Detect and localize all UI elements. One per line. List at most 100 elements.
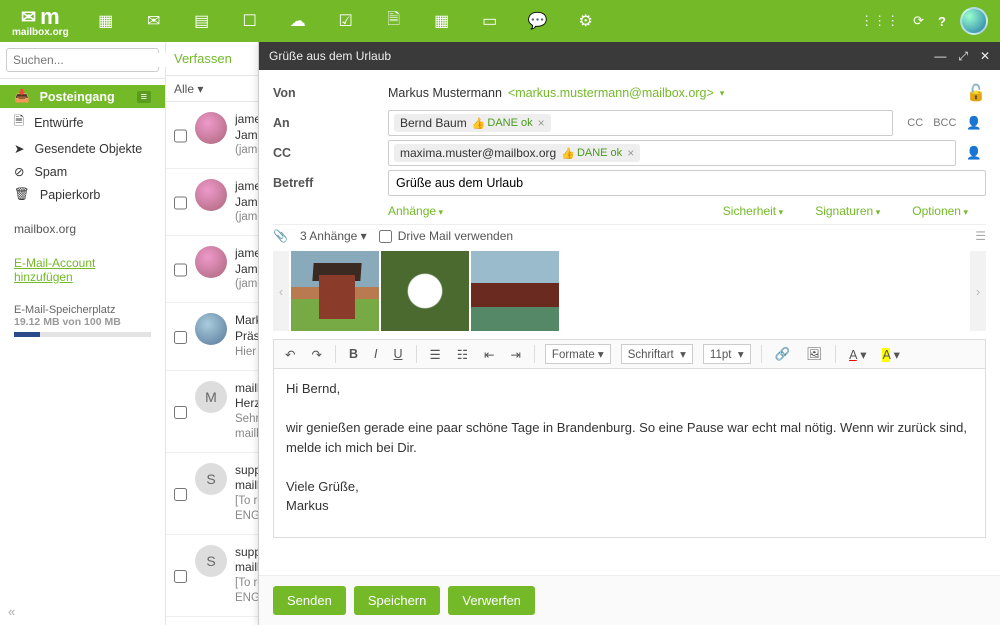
attachment-thumb[interactable]	[291, 251, 379, 331]
fontsize-dropdown[interactable]: 11pt ▾	[703, 344, 751, 364]
outdent-icon[interactable]: ⇤	[481, 345, 497, 364]
top-nav: ▦ ✉ ▤ ☐ ☁ ☑ 🗎 ▦ ▭ 💬 ⚙	[89, 4, 603, 38]
to-chip[interactable]: Bernd Baum 👍DANE ok ×	[394, 114, 551, 132]
attachment-thumb[interactable]	[471, 251, 559, 331]
folder-label: Papierkorb	[40, 188, 100, 202]
addressbook-icon[interactable]: 👤	[962, 116, 986, 131]
refresh-icon[interactable]: ⟳	[913, 13, 924, 29]
notes-icon[interactable]: 🗎	[377, 4, 411, 38]
from-dropdown-icon[interactable]: ▾	[720, 88, 725, 99]
attachment-thumb[interactable]	[381, 251, 469, 331]
to-label: An	[273, 116, 388, 130]
search-input[interactable]	[13, 53, 168, 67]
help-icon[interactable]: ?	[938, 14, 946, 29]
cc-chip[interactable]: maxima.muster@mailbox.org 👍DANE ok ×	[394, 144, 640, 162]
thumb-prev-icon[interactable]: ‹	[273, 251, 289, 331]
cc-label: CC	[273, 146, 388, 160]
formats-dropdown[interactable]: Formate ▾	[545, 344, 611, 364]
subject-label: Betreff	[273, 176, 388, 190]
subject-input[interactable]	[388, 170, 986, 196]
editor-body[interactable]: Hi Bernd, wir genießen gerade eine paar …	[273, 368, 986, 538]
cc-chip-name: maxima.muster@mailbox.org	[400, 146, 556, 160]
to-field[interactable]: Bernd Baum 👍DANE ok ×	[388, 110, 893, 136]
storage-title: E-Mail-Speicherplatz	[14, 304, 151, 316]
filter-dropdown[interactable]: Alle ▾	[174, 82, 203, 96]
search-box[interactable]: 🔍	[6, 48, 159, 72]
textcolor-icon[interactable]: A ▾	[846, 345, 869, 364]
user-avatar[interactable]	[960, 7, 988, 35]
redo-icon[interactable]: ↷	[308, 345, 324, 364]
inbox-icon: 📥	[14, 89, 30, 104]
compose-footer: Senden Speichern Verwerfen	[259, 575, 1000, 625]
select-message-checkbox[interactable]	[174, 248, 187, 292]
link-icon[interactable]: 🔗	[772, 345, 794, 364]
spam-icon: ⊘	[14, 164, 24, 179]
drive-mail-checkbox[interactable]	[379, 230, 392, 243]
sheets-icon[interactable]: ▦	[425, 4, 459, 38]
bullet-list-icon[interactable]: ☰	[427, 345, 444, 364]
expand-icon[interactable]: ⤢	[958, 49, 968, 64]
compose-button[interactable]: Verfassen	[174, 51, 232, 66]
browser-icon[interactable]: ▭	[473, 4, 507, 38]
dane-badge: 👍DANE ok	[472, 117, 533, 130]
storage-bar	[14, 332, 151, 337]
select-message-checkbox[interactable]	[174, 465, 187, 524]
grid-icon[interactable]: ⋮⋮⋮	[860, 13, 899, 29]
indent-icon[interactable]: ⇥	[507, 345, 523, 364]
attachment-count[interactable]: 3 Anhänge ▾	[300, 229, 367, 243]
options-dropdown[interactable]: Optionen	[912, 204, 968, 218]
from-email[interactable]: <markus.mustermann@mailbox.org>	[508, 86, 714, 100]
mail-icon[interactable]: ✉	[137, 4, 171, 38]
brand-logo[interactable]: ✉m mailbox.org	[12, 4, 69, 38]
number-list-icon[interactable]: ☷	[454, 345, 471, 364]
folder-menu-icon[interactable]: ≡	[137, 91, 151, 103]
add-account-link[interactable]: E-Mail-Account hinzufügen	[14, 256, 95, 284]
calendar-icon[interactable]: ▤	[185, 4, 219, 38]
drive-mail-label: Drive Mail verwenden	[398, 229, 513, 243]
select-message-checkbox[interactable]	[174, 181, 187, 225]
paperclip-icon[interactable]: 📎	[273, 229, 288, 243]
remove-chip-icon[interactable]: ×	[627, 146, 634, 160]
contacts-icon[interactable]: ☐	[233, 4, 267, 38]
tasks-icon[interactable]: ☑	[329, 4, 363, 38]
show-bcc[interactable]: BCC	[933, 117, 956, 129]
select-message-checkbox[interactable]	[174, 315, 187, 359]
list-view-icon[interactable]: ☰	[975, 229, 986, 243]
show-cc[interactable]: CC	[907, 117, 923, 129]
attachments-link[interactable]: Anhänge	[388, 204, 443, 218]
highlight-icon[interactable]: A ▾	[879, 345, 902, 364]
collapse-sidebar-icon[interactable]: «	[8, 604, 15, 619]
select-message-checkbox[interactable]	[174, 114, 187, 158]
close-icon[interactable]: ✕	[980, 49, 990, 64]
chat-icon[interactable]: 💬	[521, 4, 555, 38]
folder-trash[interactable]: 🗑 Papierkorb	[0, 183, 165, 206]
italic-icon[interactable]: I	[371, 345, 380, 363]
cloud-icon[interactable]: ☁	[281, 4, 315, 38]
folder-sent[interactable]: ➤ Gesendete Objekte	[0, 137, 165, 160]
cc-field[interactable]: maxima.muster@mailbox.org 👍DANE ok ×	[388, 140, 956, 166]
folder-spam[interactable]: ⊘ Spam	[0, 160, 165, 183]
select-message-checkbox[interactable]	[174, 383, 187, 442]
remove-chip-icon[interactable]: ×	[538, 116, 545, 130]
trash-icon: 🗑	[14, 187, 30, 202]
send-button[interactable]: Senden	[273, 586, 346, 615]
addressbook-icon[interactable]: 👤	[962, 146, 986, 161]
save-button[interactable]: Speichern	[354, 586, 441, 615]
thumb-next-icon[interactable]: ›	[970, 251, 986, 331]
minimize-icon[interactable]: —	[934, 49, 946, 64]
select-message-checkbox[interactable]	[174, 547, 187, 606]
security-dropdown[interactable]: Sicherheit	[723, 204, 783, 218]
image-icon[interactable]: 🖼	[803, 345, 825, 364]
undo-icon[interactable]: ↶	[282, 345, 298, 364]
signatures-dropdown[interactable]: Signaturen	[815, 204, 880, 218]
folder-drafts[interactable]: 🗎 Entwürfe	[0, 108, 165, 137]
apps-icon[interactable]: ▦	[89, 4, 123, 38]
discard-button[interactable]: Verwerfen	[448, 586, 535, 615]
font-dropdown[interactable]: Schriftart ▾	[621, 344, 693, 364]
lock-open-icon[interactable]: 🔓	[966, 83, 986, 103]
settings-icon[interactable]: ⚙	[569, 4, 603, 38]
bold-icon[interactable]: B	[346, 345, 361, 363]
folder-inbox[interactable]: 📥 Posteingang ≡	[0, 85, 165, 108]
drive-mail-toggle[interactable]: Drive Mail verwenden	[379, 229, 513, 243]
underline-icon[interactable]: U	[390, 345, 405, 363]
